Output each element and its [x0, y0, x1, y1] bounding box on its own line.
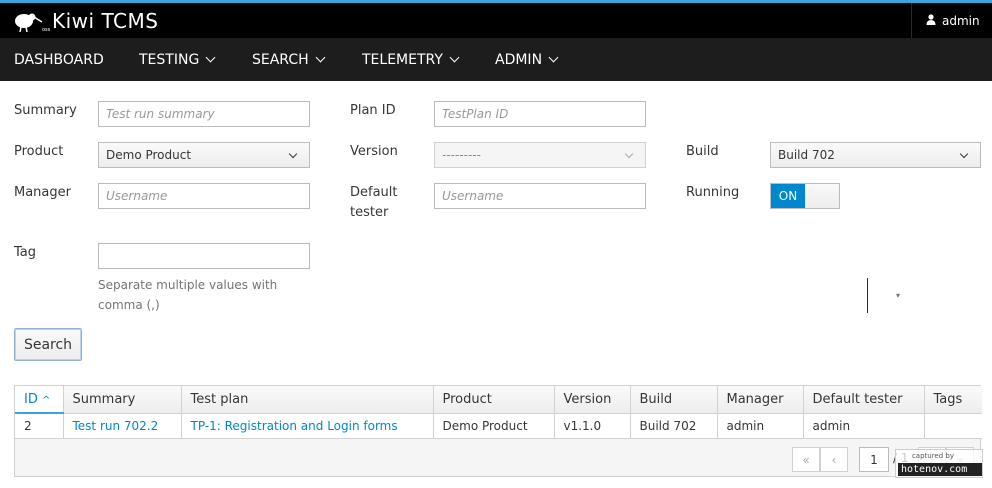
search-button[interactable]: Search [14, 328, 82, 361]
username: admin [942, 13, 980, 28]
run-link[interactable]: Test run 702.2 [73, 419, 159, 433]
tag-help-text: Separate multiple values with comma (,) [98, 278, 278, 312]
summary-input[interactable]: Test run summary [98, 101, 310, 127]
chevron-down-icon [205, 52, 216, 63]
manager-input[interactable]: Username [98, 183, 310, 209]
table-header-row: ID ^ Summary Test plan Product Version B… [15, 386, 982, 414]
chevron-down-icon [315, 52, 326, 63]
nav-testing[interactable]: TESTING [139, 38, 216, 81]
svg-text:?: ? [883, 290, 888, 299]
sort-asc-icon: ^ [42, 394, 51, 406]
tag-label: Tag [14, 245, 37, 260]
column-header-id[interactable]: ID ^ [15, 386, 64, 414]
chevron-down-icon [959, 149, 969, 159]
top-bar: oss Kiwi TCMS ? ▾ admin [0, 0, 992, 313]
version-value: --------- [442, 148, 481, 162]
column-header-default-tester[interactable]: Default tester [803, 386, 925, 414]
nav-telemetry[interactable]: TELEMETRY [362, 38, 460, 81]
column-header-tags[interactable]: Tags [924, 386, 982, 414]
summary-placeholder: Test run summary [106, 107, 215, 121]
build-value: Build 702 [778, 148, 835, 162]
help-menu[interactable]: ? ▾ [867, 278, 911, 313]
watermark: captured by hotenov.com [895, 449, 983, 478]
plan-link[interactable]: TP-1: Registration and Login forms [191, 419, 398, 433]
first-page-button[interactable]: « [792, 447, 820, 472]
chevron-down-icon [449, 52, 460, 63]
cell-product: Demo Product [433, 413, 555, 439]
question-circle-icon: ? [879, 286, 891, 306]
column-header-manager[interactable]: Manager [717, 386, 804, 414]
user-icon [926, 13, 936, 28]
product-label: Product [14, 144, 64, 159]
cell-version: v1.1.0 [554, 413, 631, 439]
cell-build: Build 702 [630, 413, 718, 439]
nav-admin[interactable]: ADMIN [495, 38, 559, 81]
chevron-down-icon [288, 149, 298, 159]
toggle-on-label: ON [771, 184, 805, 208]
column-header-build[interactable]: Build [630, 386, 718, 414]
main-nav: DASHBOARD TESTING SEARCH TELEMETRY ADMIN [0, 38, 992, 81]
manager-placeholder: Username [106, 189, 168, 203]
default-tester-label: Default [350, 185, 398, 200]
chevron-down-icon: ▾ [895, 290, 900, 300]
cell-default-tester: admin [803, 413, 925, 439]
chevron-down-icon [624, 149, 634, 159]
prev-page-button[interactable]: ‹ [820, 447, 848, 472]
column-header-version[interactable]: Version [554, 386, 631, 414]
manager-label: Manager [14, 185, 71, 200]
cell-test-plan: TP-1: Registration and Login forms [181, 413, 434, 439]
page-number-input[interactable]: 1 [859, 447, 889, 472]
plan-id-placeholder: TestPlan ID [442, 107, 509, 121]
brand-name: Kiwi TCMS [52, 9, 159, 33]
svg-text:oss: oss [42, 27, 50, 33]
nav-label: SEARCH [252, 51, 309, 68]
version-label: Version [350, 144, 398, 159]
tag-input[interactable] [98, 243, 310, 269]
nav-dashboard[interactable]: DASHBOARD [14, 38, 104, 81]
chevron-down-icon [548, 52, 559, 63]
build-label: Build [686, 144, 719, 159]
pagination-prev-group: « ‹ [792, 447, 848, 472]
version-select[interactable]: --------- [434, 142, 646, 168]
column-header-product[interactable]: Product [433, 386, 555, 414]
nav-label: TELEMETRY [362, 51, 443, 68]
toggle-knob [805, 184, 839, 208]
default-tester-label-line2: tester [350, 205, 389, 220]
user-menu[interactable]: admin [911, 3, 992, 38]
build-select[interactable]: Build 702 [770, 142, 981, 168]
product-select[interactable]: Demo Product [98, 142, 310, 168]
nav-search[interactable]: SEARCH [252, 38, 326, 81]
default-tester-placeholder: Username [442, 189, 504, 203]
summary-label: Summary [14, 103, 77, 118]
column-header-test-plan[interactable]: Test plan [181, 386, 434, 414]
default-tester-input[interactable]: Username [434, 183, 646, 209]
cell-summary: Test run 702.2 [63, 413, 182, 439]
watermark-site: hotenov.com [898, 463, 982, 476]
running-toggle[interactable]: ON [770, 183, 840, 209]
running-label: Running [686, 185, 740, 200]
watermark-caption: captured by [911, 452, 954, 460]
nav-label: ADMIN [495, 51, 543, 68]
column-header-summary[interactable]: Summary [63, 386, 182, 414]
cell-tags [924, 413, 982, 439]
product-value: Demo Product [106, 148, 192, 162]
cell-manager: admin [717, 413, 804, 439]
plan-id-input[interactable]: TestPlan ID [434, 101, 646, 127]
plan-id-label: Plan ID [350, 103, 396, 118]
logo[interactable]: oss Kiwi TCMS [12, 7, 158, 35]
kiwi-bird-icon: oss [15, 13, 50, 33]
cell-id: 2 [15, 413, 64, 439]
table-row: 2 Test run 702.2 TP-1: Registration and … [15, 413, 982, 439]
nav-label: DASHBOARD [14, 51, 104, 68]
nav-label: TESTING [139, 51, 200, 68]
